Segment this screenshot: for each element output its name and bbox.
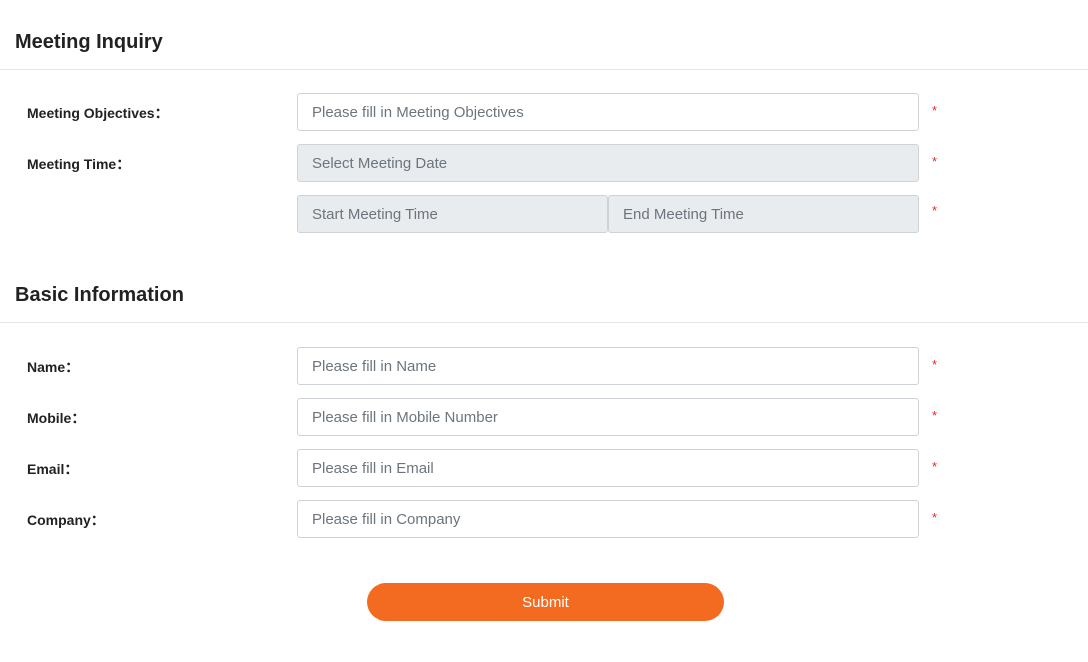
meeting-inquiry-form: Meeting Inquiry Meeting Objectives： * Me…: [0, 0, 1088, 662]
company-input[interactable]: [297, 500, 919, 538]
mobile-label: Mobile：: [27, 410, 86, 426]
mobile-input[interactable]: [297, 398, 919, 436]
meeting-date-picker[interactable]: [297, 144, 919, 182]
meeting-objectives-label: Meeting Objectives：: [27, 105, 169, 121]
required-marker: *: [932, 459, 938, 474]
required-marker: *: [932, 203, 938, 218]
meeting-time-label: Meeting Time：: [27, 156, 131, 172]
email-label: Email：: [27, 461, 79, 477]
required-marker: *: [932, 154, 938, 169]
submit-button[interactable]: Submit: [367, 583, 724, 621]
section-divider: [0, 69, 1088, 70]
required-marker: *: [932, 408, 938, 423]
meeting-inquiry-heading: Meeting Inquiry: [15, 31, 163, 53]
required-marker: *: [932, 103, 938, 118]
required-marker: *: [932, 357, 938, 372]
meeting-objectives-input[interactable]: [297, 93, 919, 131]
company-label: Company：: [27, 512, 105, 528]
name-input[interactable]: [297, 347, 919, 385]
email-input[interactable]: [297, 449, 919, 487]
basic-information-heading: Basic Information: [15, 284, 184, 306]
required-marker: *: [932, 510, 938, 525]
end-time-picker[interactable]: [608, 195, 919, 233]
name-label: Name：: [27, 359, 80, 375]
section-divider: [0, 322, 1088, 323]
start-time-picker[interactable]: [297, 195, 608, 233]
